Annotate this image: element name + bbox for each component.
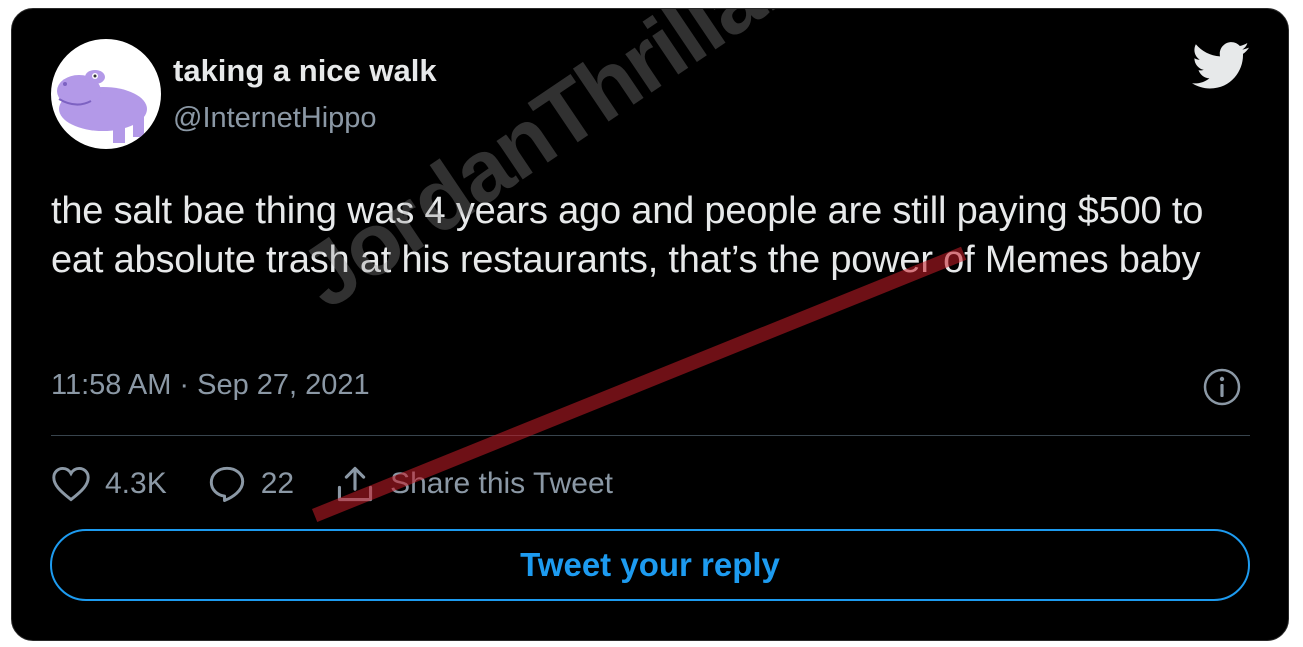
share-label: Share this Tweet <box>390 467 613 500</box>
twitter-bird-icon[interactable] <box>1192 41 1250 91</box>
tweet-reply-button[interactable]: Tweet your reply <box>50 529 1250 601</box>
tweet-card: taking a nice walk @InternetHippo the sa… <box>11 8 1289 641</box>
divider <box>51 435 1250 436</box>
user-handle[interactable]: @InternetHippo <box>173 102 377 135</box>
hippo-avatar-icon <box>57 70 147 143</box>
heart-icon <box>52 466 90 502</box>
like-count: 4.3K <box>105 467 167 500</box>
share-icon <box>337 466 373 502</box>
share-button[interactable]: Share this Tweet <box>334 465 613 503</box>
speech-bubble-icon <box>209 466 244 503</box>
info-icon[interactable] <box>1202 367 1242 407</box>
tweet-timestamp[interactable]: 11:58 AM · Sep 27, 2021 <box>51 369 370 402</box>
like-button[interactable]: 4.3K <box>51 466 167 502</box>
avatar[interactable] <box>51 39 161 149</box>
reply-count-button[interactable]: 22 <box>207 465 294 503</box>
reply-count: 22 <box>260 467 295 500</box>
display-name[interactable]: taking a nice walk <box>173 53 437 89</box>
tweet-text: the salt bae thing was 4 years ago and p… <box>51 190 1204 281</box>
action-bar: 4.3K 22 Share this Tweet <box>51 459 653 509</box>
